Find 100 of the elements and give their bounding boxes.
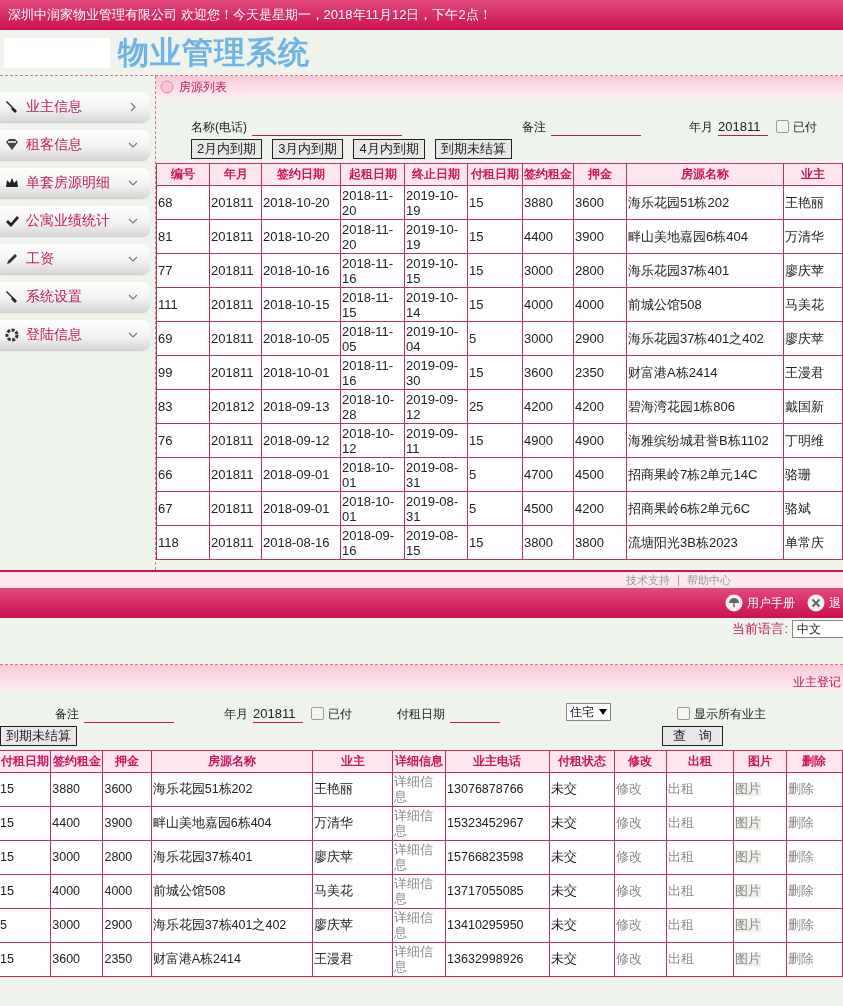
column-header[interactable]: 付租状态 (549, 750, 615, 773)
table-cell: 3600 (573, 185, 627, 220)
filter-button[interactable]: 2月内到期 (191, 139, 263, 159)
table-cell: 海乐花园51栋202 (626, 185, 784, 220)
table-link[interactable]: 修改 (614, 840, 667, 875)
table-link[interactable]: 图片 (735, 918, 762, 932)
table-cell: 2018-11-16 (340, 355, 405, 390)
checkbox[interactable] (776, 120, 789, 133)
filter-button[interactable]: 到期未结算 (0, 726, 77, 746)
table-cell: 13410295950 (445, 908, 550, 943)
column-header[interactable]: 出租 (666, 750, 734, 773)
table-link[interactable]: 修改 (614, 874, 667, 909)
input-field[interactable]: 201811 (253, 706, 303, 723)
field-label: 备注 (522, 119, 546, 136)
column-header[interactable]: 详细信息 (392, 750, 446, 773)
sidebar-item[interactable]: 单套房源明细 (0, 168, 150, 198)
table-link[interactable]: 图片 (735, 782, 762, 796)
filter-button[interactable]: 4月内到期 (353, 139, 425, 159)
filter-button[interactable]: 3月内到期 (272, 139, 344, 159)
table-cell: 畔山美地嘉园6栋404 (626, 219, 784, 254)
table-cell: 2018-10-12 (340, 423, 405, 458)
sidebar-item[interactable]: 租客信息 (0, 130, 150, 160)
type-select[interactable]: 住宅 (566, 703, 611, 721)
checkbox[interactable] (677, 707, 690, 720)
table-link[interactable]: 修改 (614, 942, 667, 977)
column-header[interactable]: 图片 (733, 750, 787, 773)
table-cell: 15 (467, 287, 523, 322)
language-select[interactable]: 中文 (792, 620, 843, 638)
table-link[interactable]: 删除 (786, 874, 843, 909)
table-link[interactable]: 详细信息 (392, 908, 446, 943)
column-header[interactable]: 付租日期 (467, 163, 523, 186)
table-link[interactable]: 出租 (666, 908, 734, 943)
table-link[interactable]: 删除 (786, 806, 843, 841)
table-link[interactable]: 图片 (735, 816, 762, 830)
table-link[interactable]: 详细信息 (392, 942, 446, 977)
table-link[interactable]: 修改 (614, 908, 667, 943)
table-link[interactable]: 详细信息 (392, 772, 446, 807)
column-header[interactable]: 房源名称 (626, 163, 784, 186)
column-header[interactable]: 签约租金 (522, 163, 574, 186)
column-header[interactable]: 删除 (786, 750, 843, 773)
sidebar-item[interactable]: 登陆信息 (0, 320, 150, 350)
column-header[interactable]: 修改 (614, 750, 667, 773)
table-cell: 3000 (50, 908, 103, 943)
table-link[interactable]: 出租 (666, 942, 734, 977)
table-link[interactable]: 出租 (666, 874, 734, 909)
table-link[interactable]: 删除 (786, 840, 843, 875)
table-cell: 王漫君 (312, 942, 393, 977)
register-link[interactable]: 业主登记 (793, 674, 841, 691)
table-link[interactable]: 修改 (614, 806, 667, 841)
table-link[interactable]: 删除 (786, 942, 843, 977)
table-link[interactable]: 详细信息 (392, 806, 446, 841)
column-header[interactable]: 年月 (209, 163, 262, 186)
column-header[interactable]: 业主电话 (445, 750, 550, 773)
table-cell: 2350 (573, 355, 627, 390)
table-link[interactable]: 详细信息 (392, 874, 446, 909)
column-header[interactable]: 终止日期 (404, 163, 468, 186)
column-header[interactable]: 房源名称 (151, 750, 313, 773)
column-header[interactable]: 签约日期 (261, 163, 341, 186)
table-link[interactable]: 删除 (786, 772, 843, 807)
field-label: 名称(电话) (191, 119, 247, 136)
column-header[interactable]: 押金 (573, 163, 627, 186)
column-header[interactable]: 签约租金 (50, 750, 103, 773)
table-link[interactable]: 图片 (735, 884, 762, 898)
query-button[interactable]: 查 询 (662, 726, 723, 746)
table-cell: 15 (467, 355, 523, 390)
table-link[interactable]: 删除 (786, 908, 843, 943)
column-header[interactable]: 付租日期 (0, 750, 51, 773)
table-link[interactable]: 图片 (735, 952, 762, 966)
column-header[interactable]: 业主 (783, 163, 843, 186)
footer-link[interactable]: 帮助中心 (687, 572, 731, 588)
table-link[interactable]: 出租 (666, 840, 734, 875)
column-header[interactable]: 业主 (312, 750, 393, 773)
field-label: 年月 (224, 706, 248, 723)
sidebar-item[interactable]: 工资 (0, 244, 150, 274)
table-link[interactable]: 修改 (614, 772, 667, 807)
toolbar-link[interactable]: 用户手册 (725, 594, 795, 612)
sidebar-item[interactable]: 公寓业绩统计 (0, 206, 150, 236)
column-header[interactable]: 起租日期 (340, 163, 405, 186)
table-cell: 海乐花园37栋401 (626, 253, 784, 288)
table-link[interactable]: 详细信息 (392, 840, 446, 875)
table-cell: 2018-10-01 (340, 491, 405, 526)
table-link[interactable]: 图片 (735, 850, 762, 864)
table-link[interactable]: 出租 (666, 806, 734, 841)
input-field[interactable]: 201811 (718, 119, 768, 136)
table-cell: 财富港A栋2414 (626, 355, 784, 390)
table-link[interactable]: 出租 (666, 772, 734, 807)
table-cell: 13632998926 (445, 942, 550, 977)
column-header[interactable]: 押金 (102, 750, 152, 773)
filter-button[interactable]: 到期未结算 (434, 139, 512, 159)
table-cell: 3900 (573, 219, 627, 254)
toolbar-link[interactable]: 退 (807, 594, 841, 612)
sidebar-item[interactable]: 系统设置 (0, 282, 150, 312)
table-cell: 5 (467, 491, 523, 526)
checkbox[interactable] (311, 707, 324, 720)
table-cell: 15 (467, 219, 523, 254)
table-cell: 4000 (102, 874, 152, 909)
column-header[interactable]: 编号 (156, 163, 210, 186)
footer-link[interactable]: 技术支持 (626, 572, 670, 588)
table-cell: 2019-09-30 (404, 355, 468, 390)
sidebar-item[interactable]: 业主信息 (0, 92, 150, 122)
